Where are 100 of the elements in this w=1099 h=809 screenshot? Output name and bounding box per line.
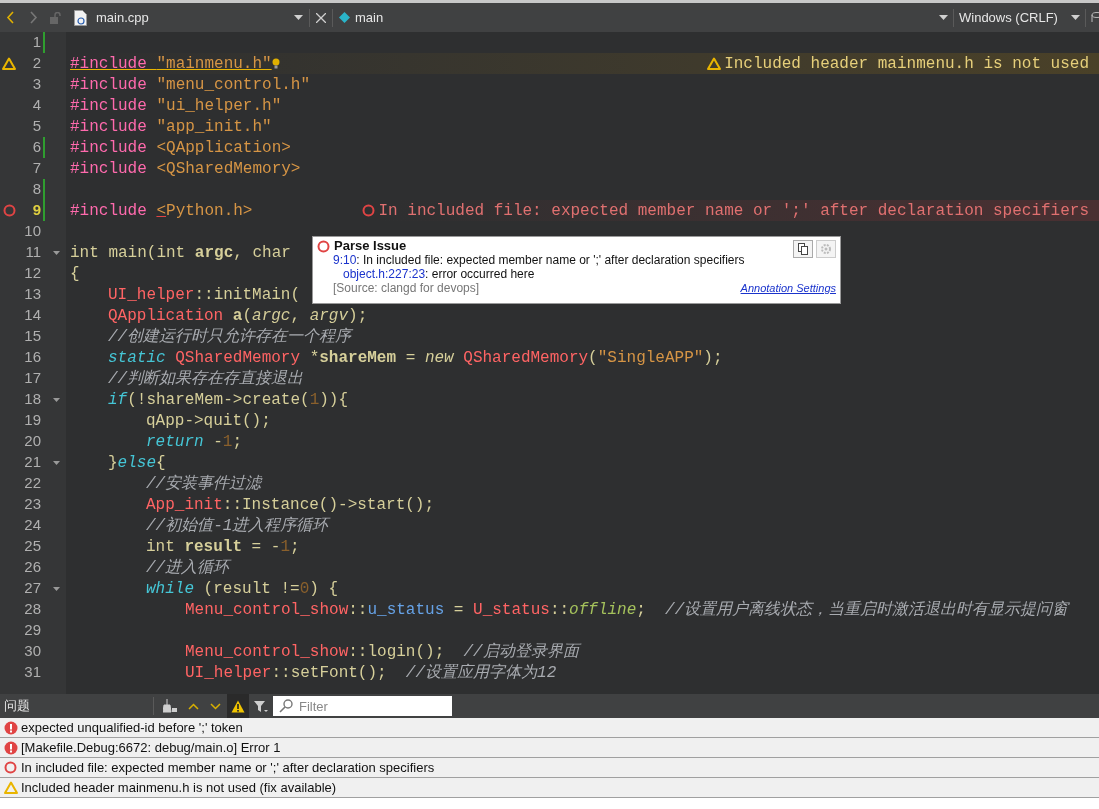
code-text: 1 xyxy=(309,389,320,411)
close-icon[interactable] xyxy=(316,12,326,23)
code-text: ::login(); xyxy=(348,641,446,663)
code-text: ) { xyxy=(309,578,339,600)
code-text: ::initMain( xyxy=(194,284,301,306)
tooltip-message: 9:10: In included file: expected member name or ';' after declaration specifiers xyxy=(333,253,746,267)
file-name[interactable]: main.cpp xyxy=(96,7,294,28)
code-text: qApp->quit(); xyxy=(146,410,271,432)
code-text: //判断如果存在存直接退出 xyxy=(108,368,304,390)
inline-annotation: Included header mainmenu.h is not used xyxy=(724,53,1089,75)
line-number: 17 xyxy=(23,368,41,389)
line-number: 23 xyxy=(23,494,41,515)
code-text: , char xyxy=(233,242,291,264)
code-text: ::setFont(); xyxy=(271,662,388,684)
code-text: { xyxy=(156,452,166,474)
code-text: (!shareMem->create( xyxy=(127,389,310,411)
line-number: 8 xyxy=(31,179,41,200)
code-text: u_status xyxy=(367,599,445,621)
code-text: * xyxy=(308,347,320,369)
filter-field[interactable]: Filter xyxy=(273,696,452,716)
issue-text: Included header mainmenu.h is not used (fix available) xyxy=(21,778,337,797)
fold-arrow-icon[interactable] xyxy=(53,460,60,465)
fold-arrow-icon[interactable] xyxy=(53,250,60,255)
dropdown-caret-icon[interactable] xyxy=(1071,15,1080,20)
code-text: { xyxy=(70,263,80,285)
code-text: new xyxy=(424,347,455,369)
issue-text: expected unqualified-id before ';' token xyxy=(21,718,243,737)
code-text: ( xyxy=(588,347,598,369)
fold-arrow-icon[interactable] xyxy=(53,397,60,402)
symbol-name[interactable]: main xyxy=(355,7,939,28)
issue-row[interactable]: [Makefile.Debug:6672: debug/main.o] Error 1 xyxy=(0,738,1099,758)
annotation-settings-link[interactable]: Annotation Settings xyxy=(740,281,836,295)
dropdown-caret-icon[interactable] xyxy=(294,15,303,20)
code-text: U_status xyxy=(473,599,550,621)
code-text: //安装事件过滤 xyxy=(146,473,262,495)
issue-row[interactable]: In included file: expected member name or ';' after declaration specifiers xyxy=(0,758,1099,778)
code-text: = xyxy=(452,599,465,621)
line-ending-selector[interactable]: Windows (CRLF) xyxy=(959,7,1071,28)
copy-button[interactable] xyxy=(793,240,813,258)
code-text: UI_helper xyxy=(108,284,195,306)
code-text: <QApplication> xyxy=(156,137,291,159)
lock-icon xyxy=(50,11,61,24)
issue-row[interactable]: Included header mainmenu.h is not used (fix available) xyxy=(0,778,1099,798)
code-text: //设置应用字体为12 xyxy=(405,662,557,684)
code-text: //设置用户离线状态，当重启时激活退出时有显示提问窗 xyxy=(665,599,1069,621)
line-number: 9 xyxy=(31,200,41,221)
tooltip-title: Parse Issue xyxy=(334,239,407,253)
code-text: //创建运行时只允许存在一个程序 xyxy=(108,326,352,348)
line-number: 16 xyxy=(23,347,41,368)
code-text: "app_init.h" xyxy=(156,116,272,138)
search-icon xyxy=(279,699,295,713)
line-number: 3 xyxy=(31,74,41,95)
code-text: while xyxy=(146,578,194,600)
code-text: argv xyxy=(309,305,349,327)
code-text: int xyxy=(146,536,176,558)
line-number: 7 xyxy=(31,158,41,179)
line-number: 2 xyxy=(31,53,41,74)
tooltip-source: [Source: clangd for devops] xyxy=(333,281,480,295)
code-text: QSharedMemory xyxy=(175,347,301,369)
code-text: argc xyxy=(194,242,234,264)
code-text: //初始值-1进入程序循环 xyxy=(146,515,329,537)
code-text: ; xyxy=(290,536,300,558)
line-number: 28 xyxy=(23,599,41,620)
code-text: < xyxy=(156,200,167,222)
code-text: int main(int xyxy=(70,242,187,264)
code-text: "SingleAPP" xyxy=(597,347,704,369)
code-text: #include xyxy=(70,74,148,96)
code-text: //进入循环 xyxy=(146,557,230,579)
code-text: ; xyxy=(232,431,243,453)
line-number: 20 xyxy=(23,431,41,452)
code-text: = - xyxy=(250,536,281,558)
code-text: if xyxy=(108,389,128,411)
code-text: #include xyxy=(70,95,148,117)
line-number: 25 xyxy=(23,536,41,557)
fold-arrow-icon[interactable] xyxy=(53,586,60,591)
broom-icon xyxy=(163,699,177,713)
line-number: 13 xyxy=(23,284,41,305)
line-number: 14 xyxy=(23,305,41,326)
copy-icon xyxy=(798,243,808,255)
code-text: offline xyxy=(569,599,637,621)
code-text: else xyxy=(117,452,156,474)
line-number: 4 xyxy=(31,95,41,116)
issue-row[interactable]: expected unqualified-id before ';' token xyxy=(0,718,1099,738)
line-number: 5 xyxy=(31,116,41,137)
line-number: 11 xyxy=(24,242,41,263)
code-text: return xyxy=(146,431,204,453)
code-text: ( xyxy=(242,305,253,327)
code-text: :: xyxy=(549,599,570,621)
code-text: #include xyxy=(70,200,148,222)
code-text: ::Instance()->start(); xyxy=(222,494,435,516)
code-text: "mainmenu.h" xyxy=(156,53,272,75)
code-text: "ui_helper.h" xyxy=(156,95,282,117)
code-text: App_init xyxy=(146,494,223,516)
code-text: #include xyxy=(70,158,148,180)
line-number: 27 xyxy=(23,578,41,599)
warnings-toggle[interactable] xyxy=(227,694,249,718)
code-text: argc xyxy=(252,305,291,327)
dropdown-caret-icon[interactable] xyxy=(939,15,948,20)
code-text: #include xyxy=(70,137,148,159)
tooltip-reference: object.h:227:23: error occurred here xyxy=(343,267,536,281)
